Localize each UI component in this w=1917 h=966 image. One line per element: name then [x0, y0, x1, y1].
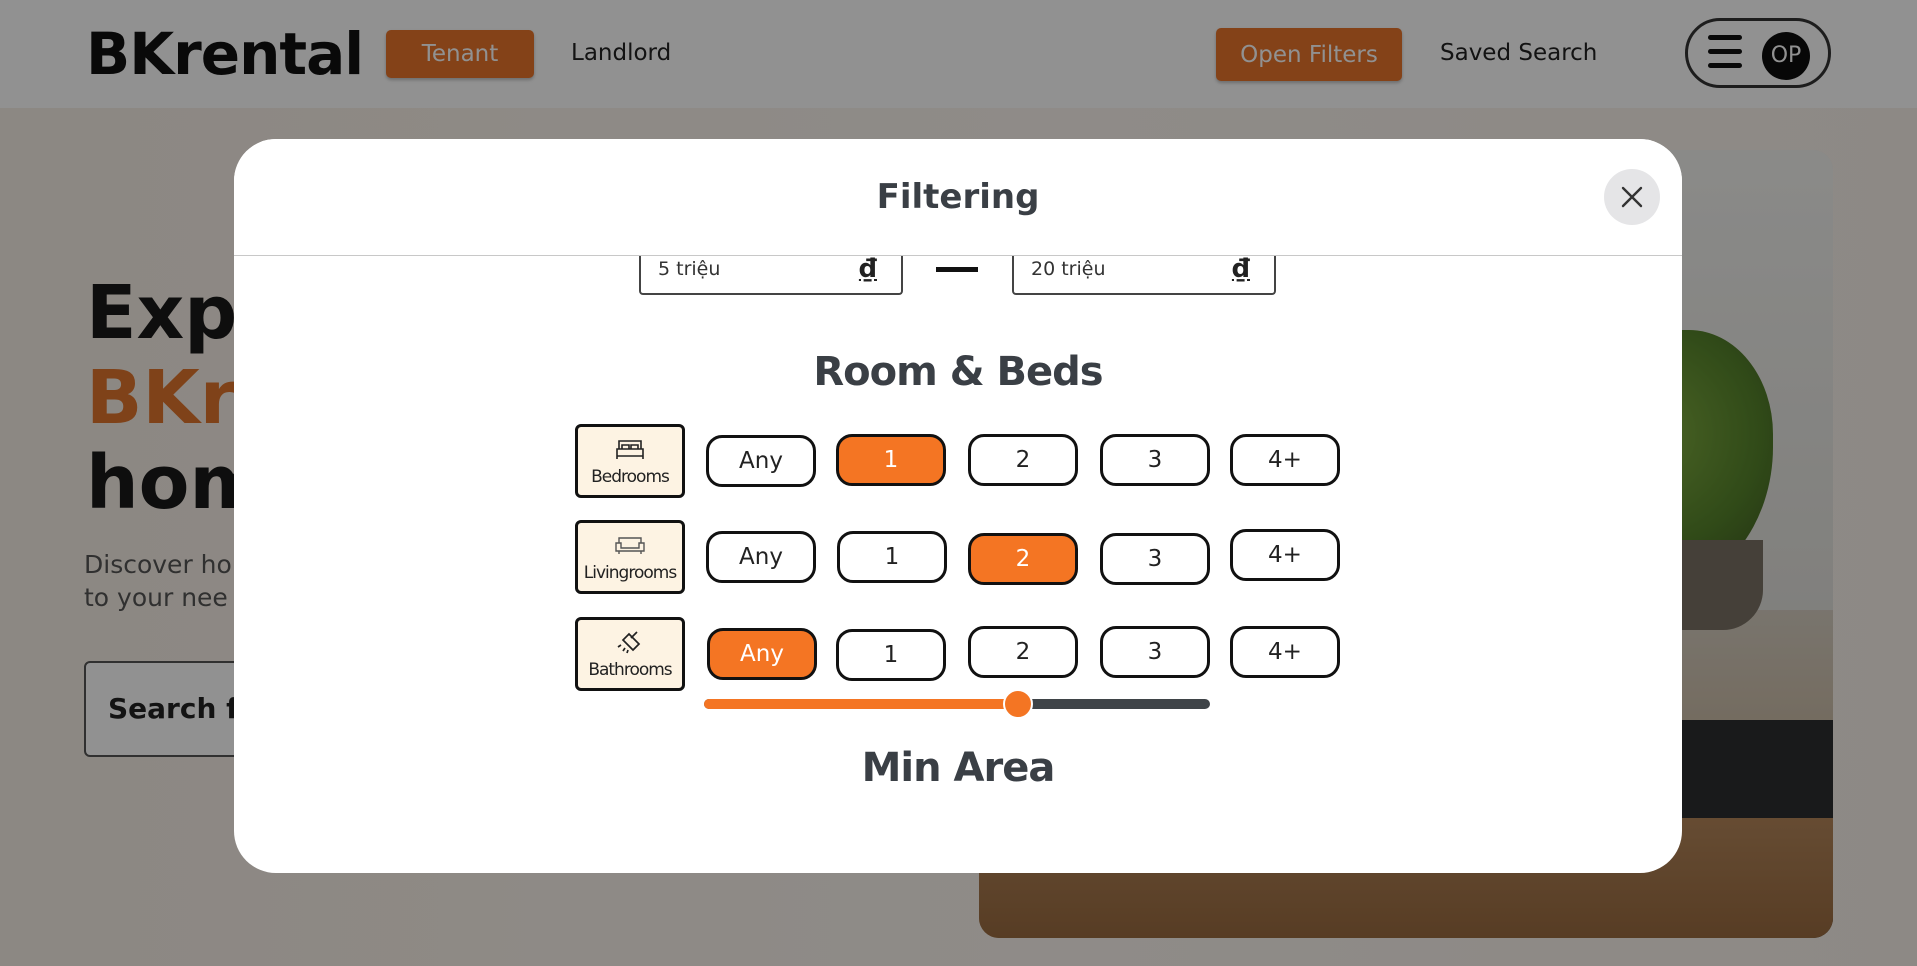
- bathrooms-option-4plus[interactable]: 4+: [1230, 626, 1340, 678]
- bedrooms-option-4plus[interactable]: 4+: [1230, 434, 1340, 486]
- bathrooms-label: Bathrooms: [575, 617, 685, 691]
- livingrooms-option-3[interactable]: 3: [1100, 533, 1210, 585]
- bedrooms-option-any[interactable]: Any: [706, 435, 816, 487]
- sofa-icon: [578, 533, 682, 559]
- livingrooms-option-2[interactable]: 2: [968, 533, 1078, 585]
- bathrooms-option-3[interactable]: 3: [1100, 626, 1210, 678]
- min-area-slider-handle[interactable]: [1002, 689, 1033, 719]
- max-price-value: 20 triệu: [1031, 258, 1106, 280]
- bedrooms-option-2[interactable]: 2: [968, 434, 1078, 486]
- bathrooms-label-text: Bathrooms: [588, 660, 672, 680]
- min-area-slider[interactable]: [704, 689, 1210, 719]
- bedrooms-option-3[interactable]: 3: [1100, 434, 1210, 486]
- bed-icon: [578, 437, 682, 463]
- bedrooms-option-1[interactable]: 1: [836, 434, 946, 486]
- shower-icon: [578, 630, 682, 656]
- min-area-title: Min Area: [861, 745, 1056, 791]
- bathrooms-option-2[interactable]: 2: [968, 626, 1078, 678]
- bathrooms-option-any[interactable]: Any: [707, 628, 817, 680]
- modal-header: Filtering: [234, 139, 1682, 256]
- livingrooms-option-4plus[interactable]: 4+: [1230, 529, 1340, 581]
- bathrooms-option-1[interactable]: 1: [836, 629, 946, 681]
- modal-title: Filtering: [876, 177, 1040, 217]
- filter-modal: Filtering 5 triệu ₫ 20 triệu ₫ Room & Be…: [234, 139, 1682, 873]
- close-modal-button[interactable]: [1604, 169, 1660, 225]
- min-price-value: 5 triệu: [658, 258, 721, 280]
- livingrooms-option-1[interactable]: 1: [837, 531, 947, 583]
- bedrooms-label-text: Bedrooms: [591, 467, 670, 487]
- close-icon: [1621, 186, 1643, 208]
- min-area-slider-fill: [704, 699, 1018, 709]
- livingrooms-option-any[interactable]: Any: [706, 531, 816, 583]
- rooms-section-title: Room & Beds: [813, 349, 1103, 395]
- livingrooms-label-text: Livingrooms: [583, 563, 677, 583]
- livingrooms-label: Livingrooms: [575, 520, 685, 594]
- price-range-dash: [936, 267, 978, 272]
- bedrooms-label: Bedrooms: [575, 424, 685, 498]
